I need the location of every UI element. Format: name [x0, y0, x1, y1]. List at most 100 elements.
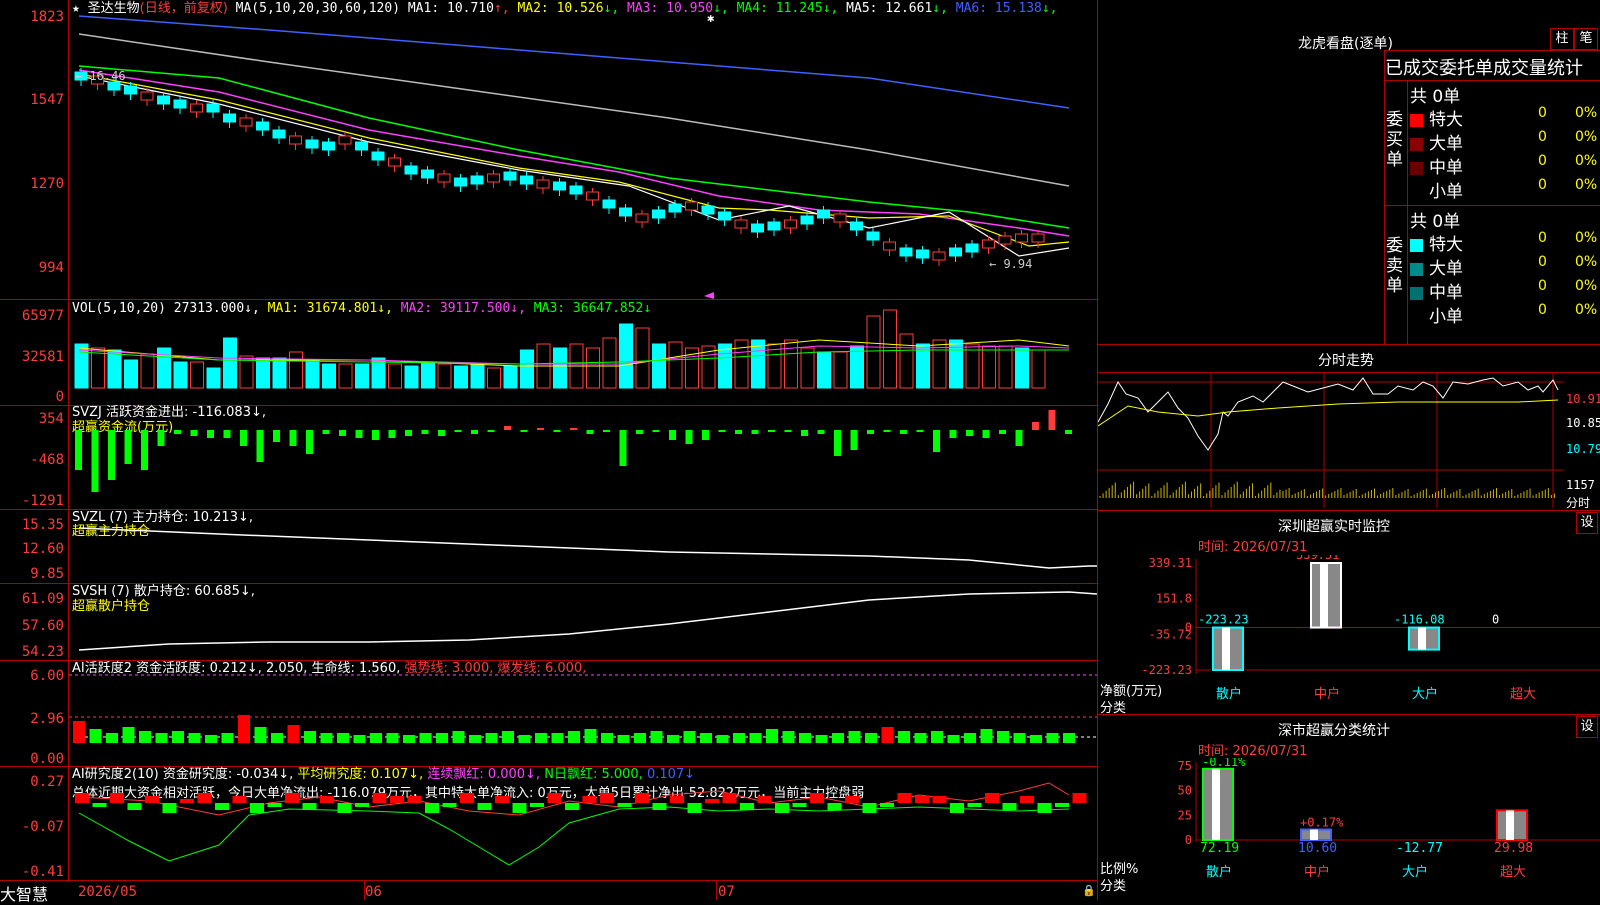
volume-bar — [866, 315, 881, 389]
szc-bar-highlight — [1506, 810, 1514, 840]
candle-body — [553, 181, 566, 191]
ai-active-bar — [898, 731, 910, 743]
color-swatch — [1410, 185, 1423, 199]
volume-chart[interactable] — [69, 300, 1097, 405]
volume-bar — [223, 337, 237, 389]
ai-active-bar — [601, 733, 613, 743]
lock-icon[interactable]: 🔒 — [1082, 884, 1096, 897]
ai-active-bar — [287, 725, 300, 743]
ai-research-bar — [267, 803, 282, 807]
sz-monitor-settings-button[interactable]: 设 — [1576, 512, 1598, 534]
left-chart-area[interactable]: ★ 圣达生物(日线，前复权) MA(5,10,20,30,60,120) MA1… — [0, 0, 1098, 904]
x-tick: 2026/05 — [78, 884, 138, 900]
y-tick: 1547 — [30, 92, 64, 108]
sell-side-label: 委卖单 — [1386, 236, 1403, 296]
tick-toggle-button[interactable]: 笔 — [1574, 28, 1598, 50]
volume-bar — [668, 341, 683, 389]
sz-monitor-chart[interactable]: 339.31 151.8 0 -35.72 -223.23 -223.23 散户 339.31… — [1098, 555, 1600, 715]
y-tick: 2.96 — [30, 711, 64, 727]
order-pct: 0% — [1575, 230, 1598, 246]
szc-cat-label: 中户 — [1304, 864, 1330, 880]
volume-bar — [850, 345, 864, 389]
ai-research-chart[interactable] — [69, 767, 1097, 880]
szc-bar-label: 72.19 — [1200, 841, 1239, 856]
ai-research-bar — [372, 793, 387, 803]
svzj-bars — [75, 410, 1072, 492]
intraday-chart[interactable] — [1098, 372, 1564, 508]
candle-body — [635, 213, 649, 223]
ai-research-bar — [1072, 793, 1087, 803]
ai-active-bar — [881, 727, 894, 743]
sz-cat-label: 超大 — [1510, 687, 1536, 702]
sz-class-settings-button[interactable]: 设 — [1576, 716, 1598, 738]
svzj-bar — [91, 430, 99, 492]
ai-active-bar — [1063, 733, 1075, 743]
svzj-bar — [883, 430, 891, 432]
candle-body — [751, 223, 764, 233]
ai-active-bar — [980, 729, 993, 743]
candle-body — [965, 243, 979, 253]
candle-body — [223, 113, 236, 123]
svsh-chart[interactable] — [69, 584, 1097, 660]
buy-side-label: 委买单 — [1386, 110, 1403, 170]
y-tick: 61.09 — [21, 591, 64, 607]
ai-active-bar — [815, 735, 828, 743]
sz-cat-label: 散户 — [1216, 686, 1242, 702]
order-row: 特大 0 0% — [1410, 105, 1600, 130]
candle-body — [487, 173, 500, 183]
y-tick: 32581 — [21, 349, 64, 365]
order-count: 0 — [1538, 230, 1547, 246]
ma3-line — [78, 69, 1070, 237]
order-size-label: 小单 — [1429, 307, 1463, 327]
svzj-bar — [570, 428, 577, 430]
ai-research-bar — [215, 803, 229, 810]
candle-body — [850, 221, 863, 231]
candle-body — [355, 141, 368, 151]
svzj-bar — [702, 430, 709, 440]
svzj-bar — [141, 430, 148, 470]
ai-active-bar — [1013, 733, 1026, 743]
volume-bar — [883, 309, 897, 389]
svzj-chart[interactable] — [69, 406, 1097, 509]
sz-class-xlabel: 分类 — [1100, 879, 1127, 894]
y-tick: 57.60 — [21, 618, 64, 634]
ai-active-chart[interactable] — [69, 661, 1097, 766]
sz-bar-label: 339.31 — [1296, 555, 1339, 562]
ai-active-bar — [650, 731, 663, 743]
candle-body — [371, 151, 385, 161]
volume-bar — [817, 351, 831, 389]
ai-active-bar — [238, 715, 250, 743]
candle-body — [503, 171, 517, 181]
ai-active-bar — [221, 733, 234, 743]
svzl-chart[interactable] — [69, 510, 1097, 583]
y-tick: 12.60 — [21, 541, 64, 557]
candle-body — [454, 177, 467, 187]
volume-bar — [503, 365, 518, 389]
ai-active-bar — [551, 733, 564, 743]
bar-toggle-button[interactable]: 柱 — [1550, 28, 1574, 50]
svzj-bar — [669, 430, 676, 440]
candle-body — [767, 221, 781, 231]
candle-body — [916, 249, 929, 259]
order-count: 0 — [1538, 177, 1547, 193]
order-pct: 0% — [1575, 302, 1598, 318]
volume-bar — [157, 347, 171, 389]
ai-active-bar — [568, 731, 580, 743]
volume-bar — [800, 347, 815, 389]
sz-class-chart[interactable]: 75 50 25 0 -0.11% 72.19 散户 +0.17% 10.60 中户 -12.77 大… — [1098, 758, 1600, 900]
svzj-bar — [586, 430, 594, 434]
ai-active-bar — [964, 733, 976, 743]
ai-research-bar — [285, 793, 299, 803]
szc-top-label: +0.17% — [1300, 816, 1344, 830]
order-row: 中单 0 0% — [1410, 278, 1600, 303]
ai-research-bar — [862, 803, 877, 813]
order-row: 大单 0 0% — [1410, 129, 1600, 154]
ai-active-bar — [452, 731, 465, 743]
candlestick-chart[interactable]: ← 16.46 ← 9.94 ✱ — [69, 0, 1097, 299]
intraday-price: 10.79 — [1566, 442, 1600, 456]
volume-bar — [833, 351, 848, 389]
ai-active-bar — [865, 733, 877, 743]
order-count: 0 — [1538, 278, 1547, 294]
ai-research-bar — [705, 799, 719, 803]
volume-bar — [437, 363, 452, 389]
